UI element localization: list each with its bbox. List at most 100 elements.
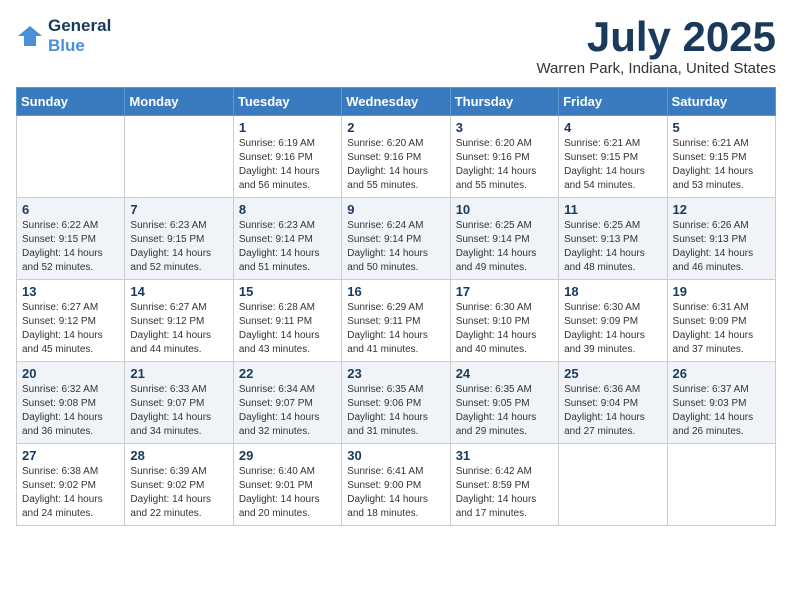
calendar-cell: 17 Sunrise: 6:30 AM Sunset: 9:10 PM Dayli… bbox=[450, 280, 558, 362]
logo-icon bbox=[16, 22, 44, 50]
calendar-cell: 27 Sunrise: 6:38 AM Sunset: 9:02 PM Dayli… bbox=[17, 444, 125, 526]
day-number: 19 bbox=[673, 284, 770, 299]
calendar-cell: 2 Sunrise: 6:20 AM Sunset: 9:16 PM Daylig… bbox=[342, 116, 450, 198]
calendar-cell: 18 Sunrise: 6:30 AM Sunset: 9:09 PM Dayli… bbox=[559, 280, 667, 362]
calendar-cell: 31 Sunrise: 6:42 AM Sunset: 8:59 PM Dayli… bbox=[450, 444, 558, 526]
day-info: Sunrise: 6:20 AM Sunset: 9:16 PM Dayligh… bbox=[347, 137, 444, 193]
day-number: 31 bbox=[456, 448, 553, 463]
week-row-4: 20Sunrise: 6:32 AM Sunset: 9:08 PM Dayli… bbox=[17, 362, 776, 444]
weekday-header-row: SundayMondayTuesdayWednesdayThursdayFrid… bbox=[17, 88, 776, 116]
day-number: 15 bbox=[239, 284, 336, 299]
calendar-cell: 4 Sunrise: 6:21 AM Sunset: 9:15 PM Daylig… bbox=[559, 116, 667, 198]
day-info: Sunrise: 6:42 AM Sunset: 8:59 PM Dayligh… bbox=[456, 465, 553, 521]
week-row-1: 1 Sunrise: 6:19 AM Sunset: 9:16 PM Daylig… bbox=[17, 116, 776, 198]
calendar-cell: 29 Sunrise: 6:40 AM Sunset: 9:01 PM Dayli… bbox=[233, 444, 341, 526]
day-info: Sunrise: 6:25 AM Sunset: 9:13 PM Dayligh… bbox=[564, 219, 661, 275]
day-number: 28 bbox=[130, 448, 227, 463]
day-info: Sunrise: 6:32 AM Sunset: 9:08 PM Dayligh… bbox=[22, 383, 119, 439]
day-info: Sunrise: 6:35 AM Sunset: 9:05 PM Dayligh… bbox=[456, 383, 553, 439]
calendar-cell: 7 Sunrise: 6:23 AM Sunset: 9:15 PM Daylig… bbox=[125, 198, 233, 280]
logo-text: General Blue bbox=[48, 16, 111, 56]
day-info: Sunrise: 6:23 AM Sunset: 9:14 PM Dayligh… bbox=[239, 219, 336, 275]
day-info: Sunrise: 6:35 AM Sunset: 9:06 PM Dayligh… bbox=[347, 383, 444, 439]
calendar-cell: 20Sunrise: 6:32 AM Sunset: 9:08 PM Dayli… bbox=[17, 362, 125, 444]
day-info: Sunrise: 6:28 AM Sunset: 9:11 PM Dayligh… bbox=[239, 301, 336, 357]
day-number: 27 bbox=[22, 448, 119, 463]
day-info: Sunrise: 6:30 AM Sunset: 9:10 PM Dayligh… bbox=[456, 301, 553, 357]
day-number: 16 bbox=[347, 284, 444, 299]
title-block: July 2025 Warren Park, Indiana, United S… bbox=[536, 16, 776, 77]
day-number: 14 bbox=[130, 284, 227, 299]
calendar-cell bbox=[559, 444, 667, 526]
calendar-header: SundayMondayTuesdayWednesdayThursdayFrid… bbox=[17, 88, 776, 116]
day-info: Sunrise: 6:25 AM Sunset: 9:14 PM Dayligh… bbox=[456, 219, 553, 275]
calendar-cell: 10Sunrise: 6:25 AM Sunset: 9:14 PM Dayli… bbox=[450, 198, 558, 280]
calendar-cell: 24 Sunrise: 6:35 AM Sunset: 9:05 PM Dayli… bbox=[450, 362, 558, 444]
day-number: 1 bbox=[239, 120, 336, 135]
calendar-cell: 16 Sunrise: 6:29 AM Sunset: 9:11 PM Dayli… bbox=[342, 280, 450, 362]
day-number: 3 bbox=[456, 120, 553, 135]
day-number: 17 bbox=[456, 284, 553, 299]
day-info: Sunrise: 6:20 AM Sunset: 9:16 PM Dayligh… bbox=[456, 137, 553, 193]
page-header: General Blue July 2025 Warren Park, Indi… bbox=[16, 16, 776, 77]
calendar-cell: 9Sunrise: 6:24 AM Sunset: 9:14 PM Daylig… bbox=[342, 198, 450, 280]
week-row-5: 27 Sunrise: 6:38 AM Sunset: 9:02 PM Dayli… bbox=[17, 444, 776, 526]
calendar-cell: 13Sunrise: 6:27 AM Sunset: 9:12 PM Dayli… bbox=[17, 280, 125, 362]
location: Warren Park, Indiana, United States bbox=[536, 60, 776, 77]
calendar-cell: 14 Sunrise: 6:27 AM Sunset: 9:12 PM Dayli… bbox=[125, 280, 233, 362]
day-number: 12 bbox=[673, 202, 770, 217]
day-number: 24 bbox=[456, 366, 553, 381]
day-number: 22 bbox=[239, 366, 336, 381]
day-number: 2 bbox=[347, 120, 444, 135]
calendar-cell: 28 Sunrise: 6:39 AM Sunset: 9:02 PM Dayli… bbox=[125, 444, 233, 526]
day-info: Sunrise: 6:27 AM Sunset: 9:12 PM Dayligh… bbox=[22, 301, 119, 357]
day-info: Sunrise: 6:21 AM Sunset: 9:15 PM Dayligh… bbox=[673, 137, 770, 193]
weekday-header-thursday: Thursday bbox=[450, 88, 558, 116]
calendar-cell: 6 Sunrise: 6:22 AM Sunset: 9:15 PM Daylig… bbox=[17, 198, 125, 280]
day-number: 25 bbox=[564, 366, 661, 381]
calendar-cell: 15 Sunrise: 6:28 AM Sunset: 9:11 PM Dayli… bbox=[233, 280, 341, 362]
month-title: July 2025 bbox=[536, 16, 776, 58]
day-info: Sunrise: 6:22 AM Sunset: 9:15 PM Dayligh… bbox=[22, 219, 119, 275]
day-info: Sunrise: 6:30 AM Sunset: 9:09 PM Dayligh… bbox=[564, 301, 661, 357]
day-info: Sunrise: 6:31 AM Sunset: 9:09 PM Dayligh… bbox=[673, 301, 770, 357]
weekday-header-sunday: Sunday bbox=[17, 88, 125, 116]
calendar-cell: 19 Sunrise: 6:31 AM Sunset: 9:09 PM Dayli… bbox=[667, 280, 775, 362]
day-number: 29 bbox=[239, 448, 336, 463]
day-info: Sunrise: 6:34 AM Sunset: 9:07 PM Dayligh… bbox=[239, 383, 336, 439]
calendar-cell: 8Sunrise: 6:23 AM Sunset: 9:14 PM Daylig… bbox=[233, 198, 341, 280]
day-info: Sunrise: 6:39 AM Sunset: 9:02 PM Dayligh… bbox=[130, 465, 227, 521]
calendar-cell: 21Sunrise: 6:33 AM Sunset: 9:07 PM Dayli… bbox=[125, 362, 233, 444]
day-number: 30 bbox=[347, 448, 444, 463]
day-info: Sunrise: 6:23 AM Sunset: 9:15 PM Dayligh… bbox=[130, 219, 227, 275]
day-number: 26 bbox=[673, 366, 770, 381]
day-number: 6 bbox=[22, 202, 119, 217]
day-info: Sunrise: 6:40 AM Sunset: 9:01 PM Dayligh… bbox=[239, 465, 336, 521]
day-info: Sunrise: 6:24 AM Sunset: 9:14 PM Dayligh… bbox=[347, 219, 444, 275]
calendar-cell bbox=[17, 116, 125, 198]
weekday-header-wednesday: Wednesday bbox=[342, 88, 450, 116]
calendar-cell: 1 Sunrise: 6:19 AM Sunset: 9:16 PM Daylig… bbox=[233, 116, 341, 198]
calendar-cell bbox=[667, 444, 775, 526]
calendar-body: 1 Sunrise: 6:19 AM Sunset: 9:16 PM Daylig… bbox=[17, 116, 776, 526]
day-number: 7 bbox=[130, 202, 227, 217]
calendar-cell: 5Sunrise: 6:21 AM Sunset: 9:15 PM Daylig… bbox=[667, 116, 775, 198]
day-info: Sunrise: 6:19 AM Sunset: 9:16 PM Dayligh… bbox=[239, 137, 336, 193]
weekday-header-tuesday: Tuesday bbox=[233, 88, 341, 116]
calendar-cell: 26Sunrise: 6:37 AM Sunset: 9:03 PM Dayli… bbox=[667, 362, 775, 444]
day-number: 18 bbox=[564, 284, 661, 299]
day-info: Sunrise: 6:21 AM Sunset: 9:15 PM Dayligh… bbox=[564, 137, 661, 193]
week-row-3: 13Sunrise: 6:27 AM Sunset: 9:12 PM Dayli… bbox=[17, 280, 776, 362]
day-info: Sunrise: 6:29 AM Sunset: 9:11 PM Dayligh… bbox=[347, 301, 444, 357]
calendar-cell: 11Sunrise: 6:25 AM Sunset: 9:13 PM Dayli… bbox=[559, 198, 667, 280]
calendar-table: SundayMondayTuesdayWednesdayThursdayFrid… bbox=[16, 87, 776, 526]
weekday-header-saturday: Saturday bbox=[667, 88, 775, 116]
day-info: Sunrise: 6:33 AM Sunset: 9:07 PM Dayligh… bbox=[130, 383, 227, 439]
calendar-cell: 22 Sunrise: 6:34 AM Sunset: 9:07 PM Dayli… bbox=[233, 362, 341, 444]
calendar-cell: 30Sunrise: 6:41 AM Sunset: 9:00 PM Dayli… bbox=[342, 444, 450, 526]
week-row-2: 6 Sunrise: 6:22 AM Sunset: 9:15 PM Daylig… bbox=[17, 198, 776, 280]
day-info: Sunrise: 6:27 AM Sunset: 9:12 PM Dayligh… bbox=[130, 301, 227, 357]
calendar-cell: 23Sunrise: 6:35 AM Sunset: 9:06 PM Dayli… bbox=[342, 362, 450, 444]
day-info: Sunrise: 6:38 AM Sunset: 9:02 PM Dayligh… bbox=[22, 465, 119, 521]
day-number: 4 bbox=[564, 120, 661, 135]
